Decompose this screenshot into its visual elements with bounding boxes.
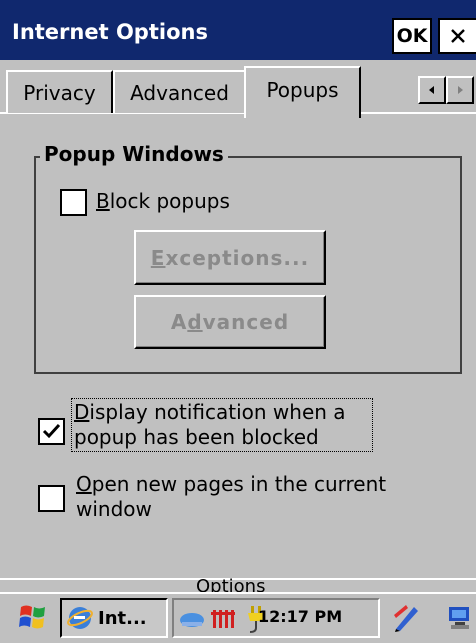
ok-button[interactable]: OK [392, 18, 432, 54]
start-button[interactable] [16, 599, 50, 635]
open-new-pages-checkbox[interactable] [38, 485, 65, 512]
tab-popups[interactable]: Popups [244, 66, 361, 118]
close-button[interactable] [438, 18, 476, 54]
taskbar-internet-explorer[interactable]: Int... [60, 598, 168, 638]
tab-privacy[interactable]: Privacy [6, 70, 113, 113]
tab-scroll-left-button[interactable] [418, 76, 446, 104]
open-new-pages-label[interactable]: Open new pages in the current window [76, 472, 456, 522]
exceptions-button[interactable]: Exceptions... [134, 230, 326, 285]
tab-strip-border [360, 112, 476, 114]
checkmark-icon [42, 423, 61, 439]
options-menu[interactable]: Options [196, 578, 265, 592]
show-desktop-button[interactable] [444, 598, 476, 638]
block-popups-label[interactable]: Block popups [96, 189, 230, 213]
close-icon [451, 29, 465, 43]
block-popups-checkbox[interactable] [60, 189, 87, 216]
tab-scroll-right-button[interactable] [446, 76, 474, 104]
task-label: Int... [98, 607, 147, 629]
input-panel-icon [394, 605, 418, 632]
display-notification-checkbox[interactable] [38, 418, 65, 445]
desktop-icon [449, 607, 469, 629]
network-icon[interactable] [178, 606, 206, 632]
signal-bars-icon[interactable] [210, 608, 236, 630]
input-panel-button[interactable] [386, 598, 428, 638]
group-title: Popup Windows [40, 142, 228, 166]
windows-flag-icon [19, 605, 45, 629]
advanced-button[interactable]: Ad vanced [134, 295, 326, 349]
display-notification-label[interactable]: Display notification when a popup has be… [71, 398, 373, 452]
tab-advanced[interactable]: Advanced [113, 70, 246, 113]
arrow-right-icon [458, 86, 463, 94]
internet-explorer-icon [67, 607, 93, 629]
clock[interactable]: 12:17 PM [258, 607, 342, 626]
window-title: Internet Options [12, 20, 208, 44]
arrow-left-icon [429, 86, 434, 94]
